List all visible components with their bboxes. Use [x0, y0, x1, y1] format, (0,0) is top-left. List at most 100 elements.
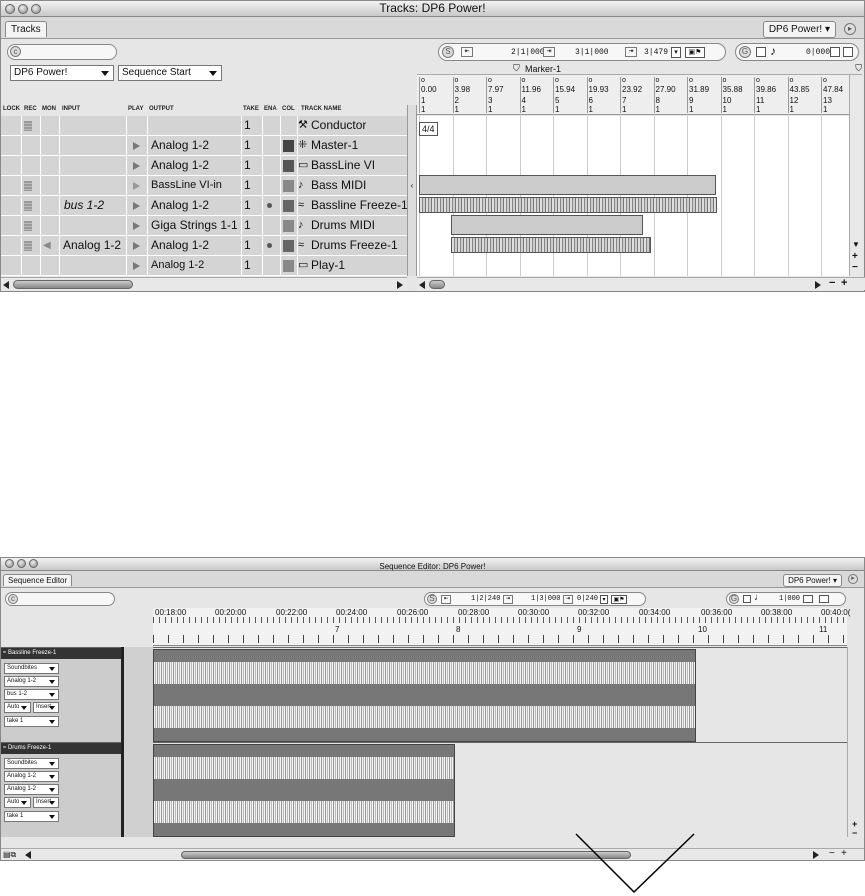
bassline-freeze-region[interactable]	[419, 197, 717, 213]
col-lock[interactable]: LOCK	[3, 106, 20, 112]
drums-freeze-region[interactable]	[451, 237, 651, 253]
take-cell[interactable]: 1	[244, 176, 251, 195]
track-row[interactable]: Analog 1-2 1 ▭ BassLine VI	[1, 156, 407, 176]
bassline-waveform-region[interactable]	[153, 649, 696, 742]
output-cell[interactable]: Analog 1-2	[151, 236, 209, 255]
col-col[interactable]: COL	[282, 106, 295, 112]
track-color-swatch[interactable]	[283, 260, 294, 272]
track-row[interactable]: bus 1-2 Analog 1-2 1 ≈ Bassline Freeze-1	[1, 196, 408, 216]
zoom-out-icon[interactable]: −	[852, 828, 857, 838]
options-icon[interactable]: ▣⚑	[685, 47, 705, 58]
tempo-slider-icon[interactable]	[803, 595, 813, 603]
take-cell[interactable]: 1	[244, 156, 251, 175]
track-name[interactable]: Drums Freeze-1	[8, 745, 51, 751]
output-cell[interactable]: Analog 1-2	[151, 256, 204, 275]
conductor-mode-icon[interactable]: G	[729, 594, 739, 604]
window-menu-icon[interactable]: ▸	[844, 23, 856, 35]
track-name[interactable]: Drums Freeze-1	[311, 236, 398, 255]
track-menu[interactable]: Soundbites	[4, 758, 59, 769]
enable-dot[interactable]	[267, 203, 272, 208]
marker-label[interactable]: Marker-1	[525, 64, 561, 74]
zoom-in-icon[interactable]: +	[852, 251, 858, 262]
track-header-drums[interactable]: ≈ Drums Freeze-1 Soundbites Analog 1-2 A…	[1, 742, 121, 837]
layout-icon[interactable]: ▤⧉	[3, 850, 16, 860]
step-forward-icon[interactable]: ⇥	[563, 595, 573, 604]
track-color-swatch[interactable]	[283, 140, 294, 152]
minimize-button[interactable]	[18, 4, 28, 14]
track-menu[interactable]: take 1	[4, 811, 59, 822]
track-menu[interactable]: Analog 1-2	[4, 784, 59, 795]
timeline-area[interactable]: 4/4	[417, 116, 849, 276]
tempo-value[interactable]: 1|000	[779, 595, 800, 603]
col-output[interactable]: OUTPUT	[149, 106, 174, 112]
scroll-left-icon[interactable]	[25, 851, 31, 859]
track-name[interactable]: Drums MIDI	[311, 216, 375, 235]
scroll-right-icon[interactable]	[815, 281, 821, 289]
track-color-swatch[interactable]	[283, 240, 294, 252]
play-enable-icon[interactable]	[133, 222, 140, 230]
tracks-hscroll-left[interactable]	[1, 277, 407, 290]
track-color-swatch[interactable]	[283, 200, 294, 212]
step-icon[interactable]: ⇥	[503, 595, 513, 604]
play-enable-icon[interactable]	[133, 262, 140, 270]
minimize-button[interactable]	[17, 559, 26, 568]
drums-midi-region[interactable]	[451, 215, 643, 235]
track-menu[interactable]: bus 1-2	[4, 689, 59, 700]
track-menu[interactable]: Analog 1-2	[4, 771, 59, 782]
zoom-out-icon[interactable]: −	[829, 277, 835, 289]
sync-icon[interactable]: S	[427, 594, 437, 604]
tracks-hscroll-right[interactable]: − +	[417, 277, 865, 290]
record-enable-icon[interactable]	[24, 241, 32, 251]
track-color-swatch[interactable]	[283, 220, 294, 232]
track-color-swatch[interactable]	[283, 180, 294, 192]
close-button[interactable]	[5, 559, 14, 568]
tempo-options-icon[interactable]	[819, 595, 829, 603]
project-menu[interactable]: DP6 Power! ▾	[762, 21, 836, 38]
track-menu[interactable]: Analog 1-2	[4, 676, 59, 687]
timeline-ruler[interactable]: o 0.00 1 1 o 3.98 2 1 o 7.97 3 1 o 11.96 4 1 o 15.94 5 1 o 19…	[417, 75, 849, 115]
track-row[interactable]: BassLine VI-in 1 ♪ Bass MIDI	[1, 176, 407, 196]
tempo-slider-icon[interactable]	[830, 47, 840, 57]
sequence-hscroll[interactable]: ▤⧉ − +	[1, 848, 864, 860]
output-cell[interactable]: Analog 1-2	[151, 136, 209, 155]
track-name[interactable]: Bassline Freeze-1	[8, 650, 56, 656]
col-ena[interactable]: ENA	[264, 106, 277, 112]
track-lane-bassline[interactable]	[153, 647, 847, 742]
zoom-out-icon[interactable]: −	[829, 848, 835, 859]
play-enable-icon[interactable]	[133, 142, 140, 150]
track-menu[interactable]: Insert	[33, 702, 59, 713]
track-name[interactable]: Bassline Freeze-1	[311, 196, 408, 215]
col-play[interactable]: PLAY	[128, 106, 143, 112]
take-cell[interactable]: 1	[244, 196, 251, 215]
tempo-checkbox[interactable]	[756, 47, 766, 57]
counter-end[interactable]: 3|1|000	[575, 48, 609, 57]
track-header-bassline[interactable]: ≈ Bassline Freeze-1 Soundbites Analog 1-…	[1, 647, 121, 742]
bass-midi-region[interactable]	[419, 175, 716, 195]
record-enable-icon[interactable]	[24, 181, 32, 191]
counter-length[interactable]: 0|240	[577, 595, 598, 603]
play-enable-icon[interactable]	[133, 202, 140, 210]
track-row[interactable]: ◀︎ Analog 1-2 Analog 1-2 1 ≈ Drums Freez…	[1, 236, 407, 256]
tempo-value[interactable]: 0|000	[806, 48, 830, 57]
scroll-right-icon[interactable]	[397, 281, 403, 289]
take-cell[interactable]: 1	[244, 116, 251, 135]
counter-end[interactable]: 1|3|000	[531, 595, 560, 603]
search-input[interactable]: c	[5, 592, 115, 606]
zoom-button[interactable]	[31, 4, 41, 14]
track-menu[interactable]: Soundbites	[4, 663, 59, 674]
scroll-right-icon[interactable]	[813, 851, 819, 859]
track-row[interactable]: Giga Strings 1-1 1 ♪ Drums MIDI	[1, 216, 407, 236]
conductor-mode-icon[interactable]: G	[739, 46, 751, 58]
output-cell[interactable]: Giga Strings 1-1	[151, 216, 238, 235]
time-ruler[interactable]: 00:18:00 00:20:00 00:22:00 00:24:00 00:2…	[153, 608, 850, 646]
take-cell[interactable]: 1	[244, 216, 251, 235]
play-enable-icon[interactable]	[133, 182, 140, 190]
play-enable-icon[interactable]	[133, 162, 140, 170]
sync-icon[interactable]: S	[442, 46, 454, 58]
tab-sequence-editor[interactable]: Sequence Editor	[3, 574, 73, 586]
track-menu[interactable]: take 1	[4, 716, 59, 727]
track-name[interactable]: Bass MIDI	[311, 176, 366, 195]
vertical-scrollbar[interactable]: ▼ + −	[849, 75, 862, 276]
scroll-left-icon[interactable]	[3, 281, 9, 289]
zoom-in-icon[interactable]: +	[841, 848, 847, 859]
